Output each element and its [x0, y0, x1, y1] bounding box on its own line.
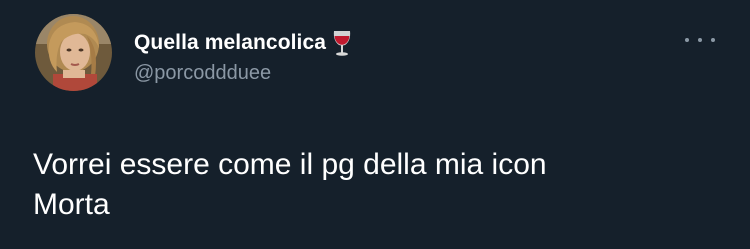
tweet-text-line: Morta — [33, 188, 110, 221]
author-handle[interactable]: @porcoddduee — [134, 62, 353, 85]
more-options-button[interactable] — [685, 32, 715, 48]
tweet-header: Quella melancolica @porcoddduee — [134, 27, 353, 85]
name-row: Quella melancolica — [134, 27, 353, 59]
avatar-image — [35, 14, 112, 91]
tweet-text-line: Vorrei essere come il pg della mia icon — [33, 148, 547, 181]
more-dot-icon — [685, 38, 689, 42]
tweet-card: Quella melancolica @porcoddduee Vorrei e… — [0, 0, 750, 249]
author-display-name[interactable]: Quella melancolica — [134, 31, 326, 55]
tweet-text: Vorrei essere come il pg della mia icon … — [33, 145, 723, 225]
avatar[interactable] — [35, 14, 112, 91]
more-dot-icon — [711, 38, 715, 42]
more-dot-icon — [698, 38, 702, 42]
wine-glass-icon — [331, 29, 353, 57]
